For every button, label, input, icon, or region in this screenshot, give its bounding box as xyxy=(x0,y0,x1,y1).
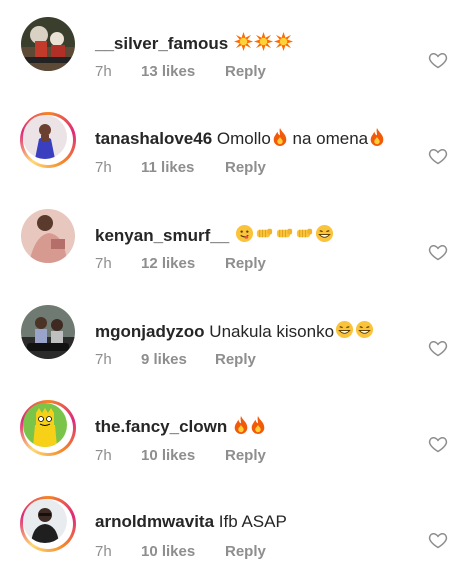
avatar[interactable] xyxy=(20,208,76,264)
comment-time: 7h xyxy=(95,255,112,272)
avatar[interactable] xyxy=(20,304,76,360)
reply-button[interactable]: Reply xyxy=(225,447,266,464)
heart-icon[interactable] xyxy=(428,338,448,358)
collision-icon xyxy=(253,32,273,51)
comment-body: Ifb ASAP xyxy=(218,512,287,531)
fire-icon xyxy=(250,416,266,434)
fist-icon xyxy=(255,224,274,243)
comment-username[interactable]: kenyan_smurf__ xyxy=(95,226,229,245)
heart-icon[interactable] xyxy=(428,242,448,262)
comment-row: __silver_famous 7h 13 likes Reply xyxy=(0,16,464,112)
comment-time: 7h xyxy=(95,63,112,80)
yum-face-icon xyxy=(235,224,254,243)
likes-count[interactable]: 10 likes xyxy=(141,447,225,464)
avatar-photo xyxy=(21,209,75,263)
comment-text: kenyan_smurf__ xyxy=(95,224,334,246)
comment-text: tanashalove46 Omollo na omena xyxy=(95,128,385,149)
comment-meta: 7h 12 likes Reply xyxy=(95,255,266,272)
avatar-photo xyxy=(23,499,67,543)
avatar-photo xyxy=(23,115,67,159)
heart-icon[interactable] xyxy=(428,50,448,70)
fist-icon xyxy=(275,224,294,243)
likes-count[interactable]: 12 likes xyxy=(141,255,225,272)
reply-button[interactable]: Reply xyxy=(225,543,266,560)
comment-row: arnoldmwavita Ifb ASAP 7h 10 likes Reply xyxy=(0,496,464,565)
comment-username[interactable]: the.fancy_clown xyxy=(95,417,227,436)
avatar[interactable] xyxy=(20,16,76,72)
heart-icon[interactable] xyxy=(428,146,448,166)
fire-icon xyxy=(369,128,385,146)
comment-row: tanashalove46 Omollo na omena 7h 11 likes… xyxy=(0,112,464,208)
comment-time: 7h xyxy=(95,351,112,368)
likes-count[interactable]: 9 likes xyxy=(141,351,215,368)
comment-body: Omollo xyxy=(216,129,271,148)
comment-body: na omena xyxy=(292,129,369,148)
comment-time: 7h xyxy=(95,543,112,560)
comment-meta: 7h 9 likes Reply xyxy=(95,351,256,368)
avatar-photo xyxy=(21,17,75,71)
heart-icon[interactable] xyxy=(428,434,448,454)
collision-icon xyxy=(233,32,253,51)
reply-button[interactable]: Reply xyxy=(225,63,266,80)
avatar[interactable] xyxy=(20,112,76,168)
reply-button[interactable]: Reply xyxy=(215,351,256,368)
likes-count[interactable]: 13 likes xyxy=(141,63,225,80)
grin-icon xyxy=(355,320,374,339)
comment-row: the.fancy_clown 7h 10 likes Reply xyxy=(0,400,464,496)
comment-row: mgonjadyzoo Unakula kisonko 7h 9 likes Rep… xyxy=(0,304,464,400)
avatar[interactable] xyxy=(20,496,76,552)
comment-meta: 7h 10 likes Reply xyxy=(95,447,266,464)
comment-username[interactable]: arnoldmwavita xyxy=(95,512,214,531)
fire-icon xyxy=(233,416,249,434)
comment-username[interactable]: __silver_famous xyxy=(95,34,228,53)
comment-meta: 7h 10 likes Reply xyxy=(95,543,266,560)
grin-icon xyxy=(335,320,354,339)
avatar-photo xyxy=(23,403,67,447)
fire-icon xyxy=(272,128,288,146)
comment-body: Unakula kisonko xyxy=(209,322,335,341)
likes-count[interactable]: 11 likes xyxy=(141,159,225,176)
reply-button[interactable]: Reply xyxy=(225,255,266,272)
reply-button[interactable]: Reply xyxy=(225,159,266,176)
likes-count[interactable]: 10 likes xyxy=(141,543,225,560)
comment-row: kenyan_smurf__ 7h 12 likes Reply xyxy=(0,208,464,304)
comment-time: 7h xyxy=(95,447,112,464)
avatar[interactable] xyxy=(20,400,76,456)
collision-icon xyxy=(273,32,293,51)
comment-username[interactable]: mgonjadyzoo xyxy=(95,322,205,341)
comment-meta: 7h 13 likes Reply xyxy=(95,63,266,80)
comment-meta: 7h 11 likes Reply xyxy=(95,159,266,176)
comment-username[interactable]: tanashalove46 xyxy=(95,129,212,148)
comment-time: 7h xyxy=(95,159,112,176)
fist-icon xyxy=(295,224,314,243)
comment-text: mgonjadyzoo Unakula kisonko xyxy=(95,320,374,342)
comment-text: the.fancy_clown xyxy=(95,416,266,437)
grin-icon xyxy=(315,224,334,243)
heart-icon[interactable] xyxy=(428,530,448,550)
avatar-photo xyxy=(21,305,75,359)
comment-text: __silver_famous xyxy=(95,32,293,54)
comment-text: arnoldmwavita Ifb ASAP xyxy=(95,512,287,532)
